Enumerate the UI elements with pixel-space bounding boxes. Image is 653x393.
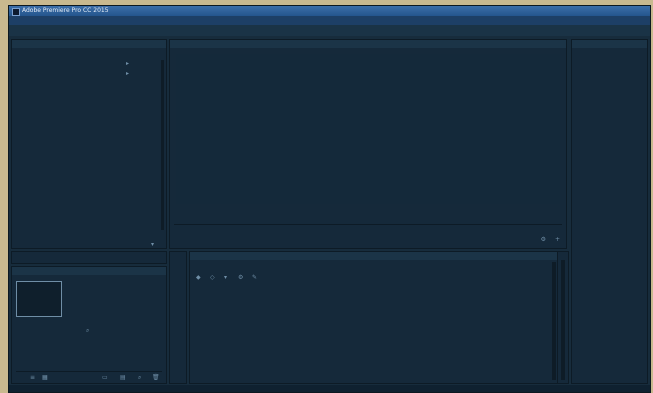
expand-icon[interactable]: ▸ — [126, 70, 129, 77]
audio-meter-bar — [561, 260, 565, 380]
tools-panel — [169, 251, 187, 384]
linked-selection-icon[interactable]: ◇ — [210, 274, 215, 281]
settings-icon[interactable]: ⚙ — [541, 236, 546, 243]
timeline-panel: ◆ ◇ ▾ ⚙ ✎ — [189, 251, 567, 384]
workspace-bar — [9, 25, 650, 36]
audio-meters-panel — [557, 251, 569, 384]
monitor-viewport — [176, 54, 560, 204]
list-view-icon[interactable]: ≡ — [30, 374, 35, 381]
panel-tab-row — [12, 267, 166, 275]
add-button-icon[interactable]: + — [555, 236, 560, 243]
close-button[interactable] — [639, 7, 648, 14]
project-panel: ⌕ ≡ ▦ ▭ ▤ ⌕ 🗑 — [11, 266, 167, 384]
minimize-button[interactable] — [619, 7, 628, 14]
timeline-settings-icon[interactable]: ⚙ — [238, 274, 243, 281]
new-item-icon[interactable]: ▤ — [120, 374, 126, 381]
effect-controls-panel: ▸ ▸ ▾ — [11, 39, 167, 249]
play-only-icon[interactable]: ▸ — [126, 60, 129, 67]
maximize-button[interactable] — [629, 7, 638, 14]
premiere-app-icon — [12, 8, 20, 16]
monitor-timeline-ruler[interactable] — [174, 224, 562, 225]
panel-tab-row — [572, 40, 647, 48]
panel-tab-row — [170, 40, 566, 48]
panel-tab-row — [190, 252, 566, 260]
menu-bar — [9, 16, 650, 25]
status-bar — [9, 385, 650, 392]
trash-icon[interactable]: 🗑 — [152, 374, 160, 381]
history-panel — [11, 251, 167, 264]
wrench-icon[interactable]: ✎ — [252, 274, 257, 281]
title-bar: Adobe Premiere Pro CC 2015 — [9, 6, 650, 16]
scrollbar[interactable] — [161, 60, 164, 230]
info-panel — [571, 39, 648, 384]
premiere-window: Adobe Premiere Pro CC 2015 ▸ ▸ ▾ ⚙ + ⌕ ≡… — [9, 6, 650, 392]
search-icon[interactable]: ⌕ — [86, 327, 89, 334]
icon-view-icon[interactable]: ▦ — [42, 374, 48, 381]
filter-icon[interactable]: ▾ — [151, 241, 154, 248]
snap-icon[interactable]: ◆ — [196, 274, 201, 281]
timeline-vertical-scrollbar[interactable] — [552, 262, 556, 380]
project-footer-divider — [16, 371, 162, 372]
program-monitor-panel: ⚙ + — [169, 39, 567, 249]
new-bin-icon[interactable]: ▭ — [102, 374, 108, 381]
window-title: Adobe Premiere Pro CC 2015 — [22, 7, 109, 14]
project-thumbnail[interactable] — [16, 281, 62, 317]
search-icon[interactable]: ⌕ — [138, 374, 141, 381]
panel-tab-row — [12, 40, 166, 48]
add-marker-icon[interactable]: ▾ — [224, 274, 227, 281]
